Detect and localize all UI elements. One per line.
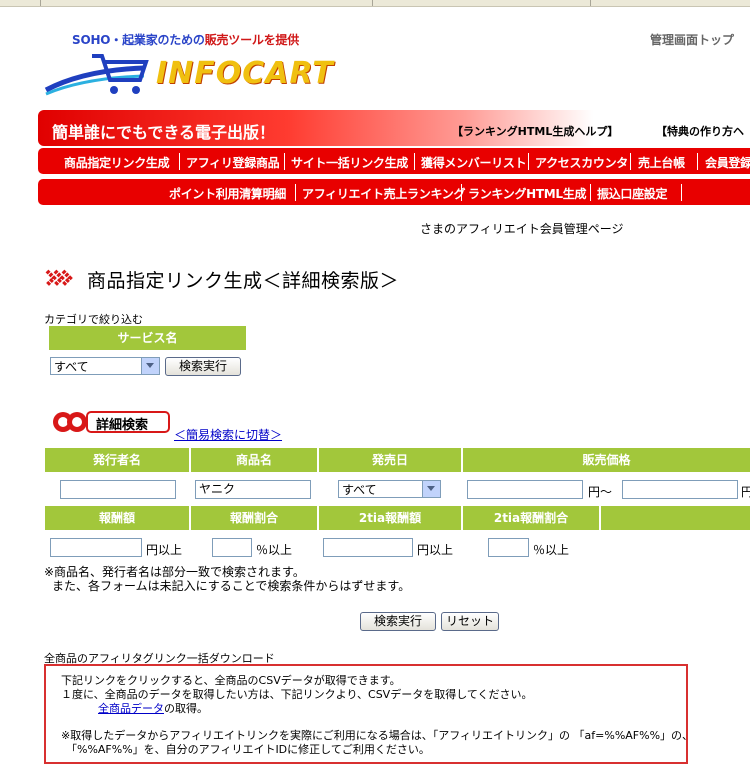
reward-amount-input[interactable] bbox=[50, 538, 142, 557]
bonus-howto-link[interactable]: 【特典の作り方ヘ bbox=[656, 123, 744, 139]
chevron-down-icon bbox=[141, 358, 159, 374]
chevron-down-icon bbox=[422, 481, 440, 497]
category-select-value: すべて bbox=[54, 360, 89, 374]
2tier-reward-rate-unit: ％以上 bbox=[533, 543, 570, 557]
price-max-input[interactable] bbox=[622, 480, 738, 499]
tagline: SOHO・起業家のための販売ツールを提供 bbox=[72, 31, 299, 48]
switch-simple-search-link[interactable]: ＜簡易検索に切替＞ bbox=[174, 426, 282, 443]
publisher-input[interactable] bbox=[60, 480, 176, 499]
2tier-reward-amount-unit: 円以上 bbox=[417, 543, 454, 557]
nav-bar-secondary: ポイント利用清算明細 アフィリエイト売上ランキング ランキングHTML生成 振込… bbox=[38, 179, 750, 205]
nav-item-member-registration[interactable]: 会員登録 bbox=[705, 154, 750, 171]
member-page-note: さまのアフィリエイト会員管理ページ bbox=[420, 222, 624, 236]
banner-title: 簡単誰にでもできる電子出版！ bbox=[52, 123, 276, 142]
price-min-input[interactable] bbox=[467, 480, 583, 499]
nav-bar-primary: 商品指定リンク生成 アフィリ登録商品 サイト一括リンク生成 獲得メンバーリスト … bbox=[38, 148, 750, 174]
download-line-3: 全商品データの取得。 bbox=[98, 700, 208, 716]
header-product-name: 商品名 bbox=[191, 448, 317, 472]
nav-item-affiliate-ranking[interactable]: アフィリエイト売上ランキング bbox=[302, 185, 466, 202]
tagline-part1: SOHO・起業家のための bbox=[72, 33, 205, 47]
ranking-html-help-link[interactable]: 【ランキングHTML生成ヘルプ】 bbox=[452, 123, 618, 139]
yen-tilde-label: 円～ bbox=[588, 485, 613, 499]
all-products-data-link[interactable]: 全商品データ bbox=[98, 702, 164, 715]
header-reward-rate: 報酬割合 bbox=[191, 506, 317, 530]
header-2tier-reward-amount: 2tia報酬額 bbox=[319, 506, 461, 530]
yen-label: 円 bbox=[741, 485, 750, 499]
nav-item-sales-ledger[interactable]: 売上台帳 bbox=[638, 154, 685, 171]
category-select[interactable]: すべて bbox=[50, 357, 160, 375]
reward-rate-input[interactable] bbox=[212, 538, 252, 557]
header-price: 販売価格 bbox=[463, 448, 750, 472]
2tier-reward-amount-input[interactable] bbox=[323, 538, 413, 557]
chevrons-icon bbox=[45, 269, 73, 287]
service-name-header: サービス名 bbox=[49, 326, 246, 350]
cart-icon bbox=[44, 54, 149, 96]
header-release-date: 発売日 bbox=[319, 448, 461, 472]
reward-amount-unit: 円以上 bbox=[146, 543, 183, 557]
infocart-logo[interactable]: INFOCART bbox=[44, 50, 344, 100]
page-title: 商品指定リンク生成＜詳細検索版＞ bbox=[87, 270, 400, 292]
nav-item-ranking-html[interactable]: ランキングHTML生成 bbox=[468, 185, 586, 202]
reset-button[interactable]: リセット bbox=[441, 612, 499, 631]
download-line-5: 「%%AF%%」を、自分のアフィリエイトIDに修正してご利用ください。 bbox=[66, 743, 430, 756]
category-filter-label: カテゴリで絞り込む bbox=[44, 313, 143, 326]
release-date-select-value: すべて bbox=[342, 483, 377, 497]
nav-item-product-link[interactable]: 商品指定リンク生成 bbox=[64, 154, 170, 171]
product-name-input[interactable]: ヤニク bbox=[195, 480, 311, 499]
nav-item-member-list[interactable]: 獲得メンバーリスト bbox=[421, 154, 527, 171]
search-button[interactable]: 検索実行 bbox=[360, 612, 436, 631]
header-empty bbox=[601, 506, 750, 530]
header-reward-amount: 報酬額 bbox=[45, 506, 189, 530]
browser-top-strip bbox=[0, 0, 750, 7]
nav-item-point-settlement[interactable]: ポイント利用清算明細 bbox=[169, 185, 286, 202]
logo-text: INFOCART bbox=[156, 56, 334, 91]
release-date-select[interactable]: すべて bbox=[338, 480, 441, 498]
nav-item-access-counter[interactable]: アクセスカウンタ bbox=[535, 154, 628, 171]
2tier-reward-rate-input[interactable] bbox=[488, 538, 529, 557]
nav-item-bank-account[interactable]: 振込口座設定 bbox=[597, 185, 668, 202]
nav-item-affiliate-products[interactable]: アフィリ登録商品 bbox=[186, 154, 280, 171]
header-publisher: 発行者名 bbox=[45, 448, 189, 472]
category-search-button[interactable]: 検索実行 bbox=[165, 357, 241, 376]
download-link-suffix: の取得。 bbox=[164, 702, 208, 715]
reward-rate-unit: ％以上 bbox=[256, 543, 293, 557]
tagline-part2: 販売ツールを提供 bbox=[204, 33, 300, 47]
download-box: 下記リンクをクリックすると、全商品のCSVデータが取得できます。 １度に、全商品… bbox=[44, 664, 693, 764]
nav-item-site-bulk-link[interactable]: サイト一括リンク生成 bbox=[291, 154, 408, 171]
admin-top-link[interactable]: 管理画面トップ bbox=[650, 31, 734, 48]
detail-search-label: 詳細検索 bbox=[96, 418, 149, 433]
header-2tier-reward-rate: 2tia報酬割合 bbox=[463, 506, 599, 530]
search-note-2: また、各フォームは未記入にすることで検索条件からはずせます。 bbox=[52, 579, 411, 593]
